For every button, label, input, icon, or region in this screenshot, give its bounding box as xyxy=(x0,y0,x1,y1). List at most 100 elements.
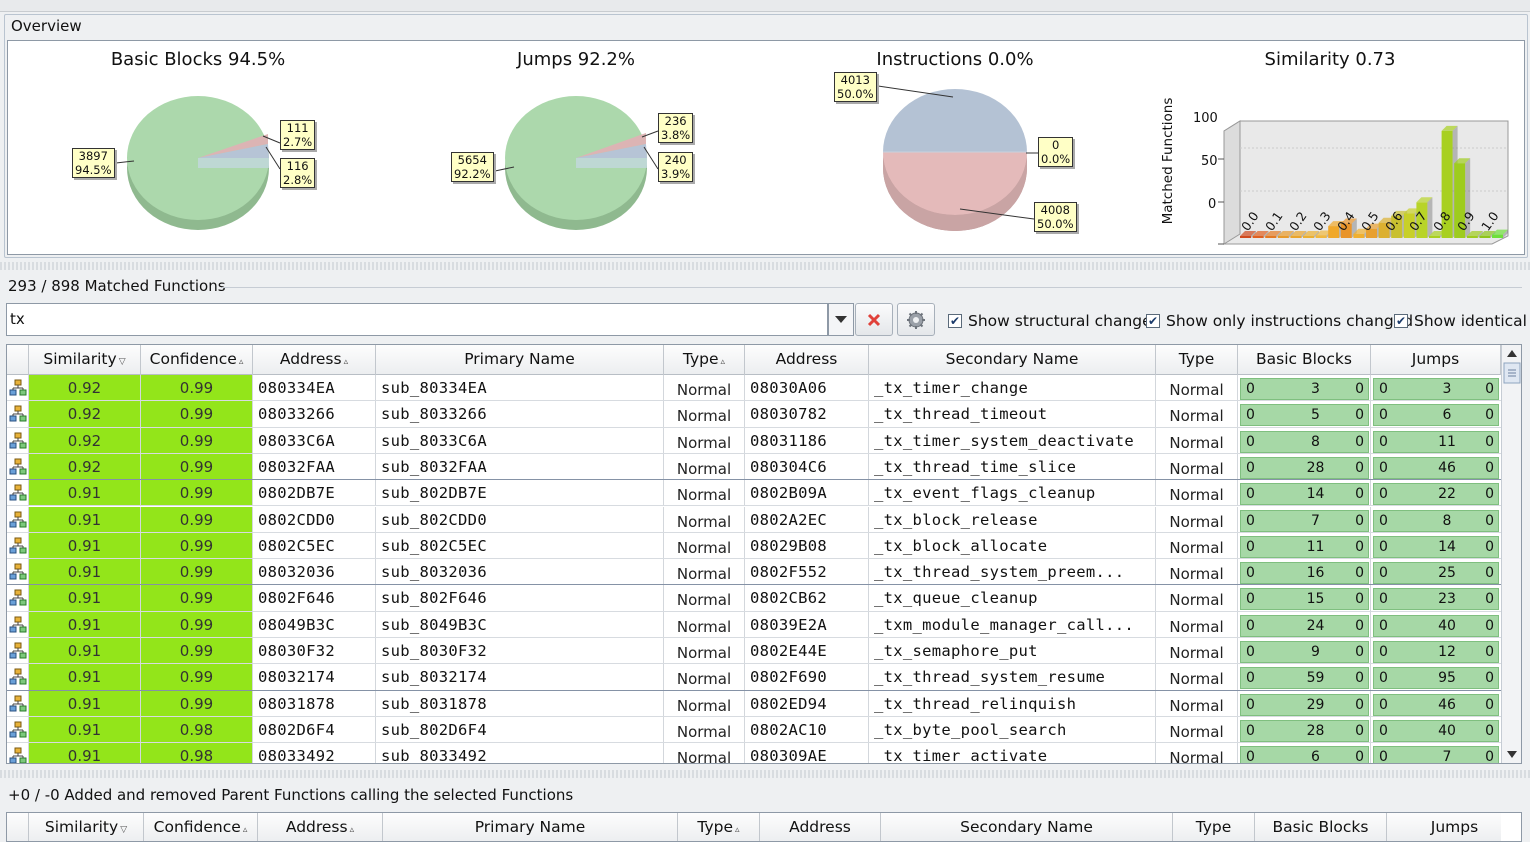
confidence-cell: 0.98 xyxy=(141,716,253,743)
table-row[interactable]: 0.92 0.99 08033266 sub_8033266 Normal 0803078… xyxy=(7,401,1501,428)
secondary-address-cell: 080304C6 xyxy=(745,453,869,480)
call-graph-icon[interactable] xyxy=(7,585,29,611)
filter-dropdown-button[interactable] xyxy=(828,303,854,336)
primary-name-cell: sub_802CDD0 xyxy=(376,506,664,532)
similarity-cell: 0.91 xyxy=(29,716,141,743)
call-graph-icon[interactable] xyxy=(7,401,29,427)
similarity-bar xyxy=(1240,236,1251,238)
similarity-cell: 0.92 xyxy=(29,453,141,480)
table-row[interactable]: 0.91 0.99 08032174 sub_8032174 Normal 0802F69… xyxy=(7,664,1501,691)
similarity-bar xyxy=(1290,236,1302,238)
confidence-cell: 0.99 xyxy=(141,401,253,427)
header-secondary-address[interactable]: Address xyxy=(745,345,869,375)
call-graph-icon[interactable] xyxy=(7,375,29,401)
basic-blocks-cell: 0 11 0 xyxy=(1238,532,1371,559)
show-structural-changes-checkbox[interactable]: ✔ Show structural changes xyxy=(948,312,1160,330)
show-instructions-changed-checkbox[interactable]: ✔ Show only instructions changed xyxy=(1146,312,1413,330)
jumps-cell: 0 46 0 xyxy=(1371,454,1501,479)
scroll-up-icon[interactable] xyxy=(1507,350,1517,357)
primary-name-cell: sub_802C5EC xyxy=(376,532,664,559)
secondary-address-cell: 08029B08 xyxy=(745,532,869,559)
header-confidence[interactable]: Confidence ▵ xyxy=(141,345,253,375)
table-row[interactable]: 0.91 0.99 0802CDD0 sub_802CDD0 Normal 0802A2E… xyxy=(7,506,1501,533)
table-row[interactable]: 0.92 0.99 08033C6A sub_8033C6A Normal 0803118… xyxy=(7,427,1501,454)
table-row[interactable]: 0.91 0.99 0802DB7E sub_802DB7E Normal 0802B09… xyxy=(7,480,1501,507)
primary-name-cell: sub_8033492 xyxy=(376,743,664,763)
call-graph-icon[interactable] xyxy=(7,427,29,453)
similarity-chart-title: Similarity 0.73 xyxy=(1264,49,1396,70)
vertical-scrollbar[interactable] xyxy=(1501,345,1521,763)
callout-instr-matched: 0 0.0% xyxy=(1038,137,1074,167)
header-similarity[interactable]: Similarity ▽ xyxy=(29,345,141,375)
basic-blocks-cell: 080 xyxy=(1238,427,1371,453)
primary-name-cell: sub_8032174 xyxy=(376,664,664,690)
table-row[interactable]: 0.92 0.99 08032FAA sub_8032FAA Normal 080304C… xyxy=(7,453,1501,481)
table-header: Similarity ▽ Confidence ▵ Address ▵ Primary… xyxy=(7,345,1501,375)
header-basic-blocks[interactable]: Basic Blocks xyxy=(1238,345,1371,375)
header-primary-name[interactable]: Primary Name xyxy=(376,345,664,375)
similarity-cell: 0.91 xyxy=(29,690,141,716)
primary-address-cell: 08032036 xyxy=(253,559,376,585)
header-secondary-name[interactable]: Secondary Name xyxy=(869,345,1156,375)
jumps-cell: 0 46 0 xyxy=(1371,691,1501,716)
table-row[interactable]: 0.91 0.98 08033492 sub_8033492 Normal 080309A… xyxy=(7,743,1501,763)
secondary-name-cell: _tx_block_allocate xyxy=(869,532,1156,559)
table-row[interactable]: 0.91 0.99 08030F32 sub_8030F32 Normal 0802E44… xyxy=(7,638,1501,665)
table-row[interactable]: 0.91 0.99 08031878 sub_8031878 Normal 0802ED9… xyxy=(7,690,1501,717)
call-graph-icon[interactable] xyxy=(7,453,29,480)
table-row[interactable]: 0.91 0.98 0802D6F4 sub_802D6F4 Normal 0802AC1… xyxy=(7,716,1501,744)
show-identical-checkbox[interactable]: ✔ Show identical xyxy=(1394,312,1527,330)
confidence-cell: 0.99 xyxy=(141,532,253,559)
splitter-top[interactable] xyxy=(0,262,1530,270)
header-secondary-type[interactable]: Type xyxy=(1156,345,1238,375)
jumps-cell: 0 40 0 xyxy=(1371,612,1501,637)
header-primary-address[interactable]: Address ▵ xyxy=(253,345,376,375)
call-graph-icon[interactable] xyxy=(7,664,29,690)
similarity-cell: 0.91 xyxy=(29,743,141,763)
call-graph-icon[interactable] xyxy=(7,559,29,585)
table-row[interactable]: 0.91 0.99 0802F646 sub_802F646 Normal 0802CB6… xyxy=(7,585,1501,612)
secondary-type-cell: Normal xyxy=(1156,638,1238,664)
header-jumps[interactable]: Jumps xyxy=(1371,345,1501,375)
call-graph-icon[interactable] xyxy=(7,611,29,637)
checkbox-icon: ✔ xyxy=(948,314,962,328)
basic-blocks-cell: 060 xyxy=(1238,743,1371,763)
jumps-cell: 0 11 0 xyxy=(1371,428,1501,453)
secondary-address-cell: 0802B09A xyxy=(745,480,869,506)
secondary-name-cell: _tx_semaphore_put xyxy=(869,638,1156,664)
similarity-bar xyxy=(1492,234,1503,238)
primary-name-cell: sub_8049B3C xyxy=(376,611,664,637)
table-row[interactable]: 0.92 0.99 080334EA sub_80334EA Normal 08030A0… xyxy=(7,375,1501,402)
primary-address-cell: 080334EA xyxy=(253,375,376,401)
primary-type-cell: Normal xyxy=(664,716,745,743)
secondary-address-cell: 08031186 xyxy=(745,427,869,453)
call-graph-icon[interactable] xyxy=(7,690,29,716)
primary-address-cell: 08032174 xyxy=(253,664,376,690)
clear-filter-button[interactable] xyxy=(855,303,893,336)
call-graph-icon[interactable] xyxy=(7,480,29,506)
primary-name-cell: sub_8033C6A xyxy=(376,427,664,453)
table-row[interactable]: 0.91 0.99 08032036 sub_8032036 Normal 0802F55… xyxy=(7,559,1501,586)
filter-input[interactable]: tx xyxy=(6,303,828,336)
secondary-name-cell: _txm_module_manager_call... xyxy=(869,611,1156,637)
basic-blocks-cell: 0 24 0 xyxy=(1238,611,1371,637)
header-primary-type[interactable]: Type ▵ xyxy=(664,345,745,375)
close-icon xyxy=(867,313,881,326)
call-graph-icon[interactable] xyxy=(7,743,29,763)
scroll-down-icon[interactable] xyxy=(1507,751,1517,758)
secondary-type-cell: Normal xyxy=(1156,664,1238,690)
call-graph-icon[interactable] xyxy=(7,532,29,559)
secondary-address-cell: 080309AE xyxy=(745,743,869,763)
primary-name-cell: sub_802DB7E xyxy=(376,480,664,506)
table-row[interactable]: 0.91 0.99 08049B3C sub_8049B3C Normal 08039E2… xyxy=(7,611,1501,638)
table-row[interactable]: 0.91 0.99 0802C5EC sub_802C5EC Normal 08029B0… xyxy=(7,532,1501,560)
similarity-bar xyxy=(1479,236,1491,238)
chevron-down-icon xyxy=(835,315,847,323)
call-graph-icon[interactable] xyxy=(7,506,29,532)
splitter-bottom[interactable] xyxy=(0,770,1530,778)
call-graph-icon[interactable] xyxy=(7,638,29,664)
settings-button[interactable] xyxy=(897,303,935,336)
secondary-name-cell: _tx_thread_time_slice xyxy=(869,453,1156,480)
call-graph-icon[interactable] xyxy=(7,716,29,743)
confidence-cell: 0.99 xyxy=(141,690,253,716)
